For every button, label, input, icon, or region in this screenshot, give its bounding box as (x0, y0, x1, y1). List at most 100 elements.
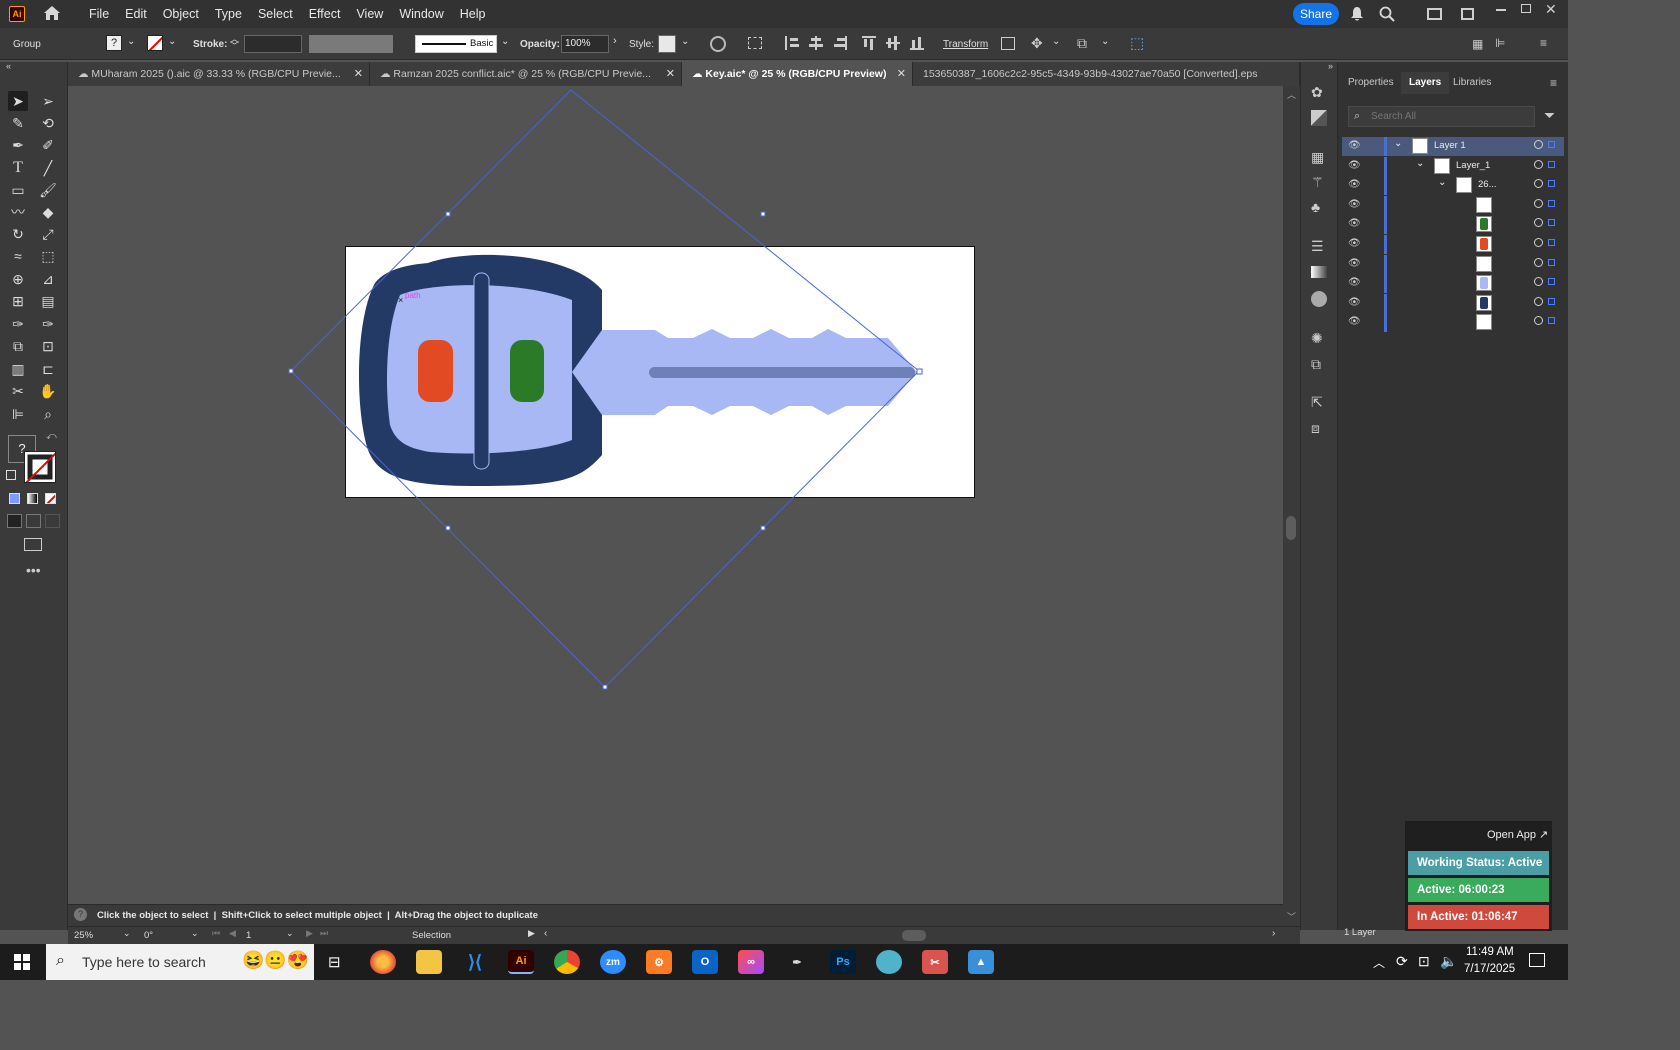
visibility-eye-icon[interactable]: 👁 (1348, 179, 1361, 190)
search-icon[interactable] (1379, 6, 1395, 25)
pen-app-icon[interactable]: ✒ (784, 950, 810, 974)
bbox-handle-top-left[interactable] (445, 211, 451, 217)
clock-time[interactable]: 11:49 AM (1466, 946, 1514, 958)
prev-artboard-icon[interactable]: ◀ (229, 928, 236, 939)
bbox-handle-bottom-right[interactable] (760, 525, 766, 531)
visibility-eye-icon[interactable]: 👁 (1348, 238, 1361, 249)
vscode-icon[interactable]: ⟩⟨ (462, 950, 488, 974)
xampp-icon[interactable]: ⚙ (646, 950, 672, 974)
restore-icon[interactable] (1521, 4, 1531, 13)
outlook-icon[interactable]: O (692, 950, 718, 974)
visibility-eye-icon[interactable]: 👁 (1348, 277, 1361, 288)
layer-row[interactable]: 👁 ⌄ Layer 1 (1342, 137, 1564, 156)
layer-row[interactable]: 👁 (1342, 215, 1564, 235)
close-window-icon[interactable]: ✕ (1545, 1, 1557, 18)
export-icon[interactable]: ⇱ (1311, 394, 1323, 411)
layers-search-box[interactable]: ⌕ (1348, 106, 1535, 127)
share-button[interactable]: Share (1293, 3, 1339, 25)
taskbar-search-box[interactable]: ⌕ Type here to search 😆😐😍 (46, 944, 314, 980)
arrange-documents-icon[interactable] (1461, 8, 1474, 20)
layer-row[interactable]: 👁 ⌄ 26... (1342, 176, 1564, 196)
zoom-dropdown-icon[interactable]: ⌄ (123, 928, 131, 939)
vertical-scrollbar[interactable]: ︿ ﹀ (1283, 86, 1300, 926)
scroll-down-icon[interactable]: ﹀ (1287, 910, 1296, 923)
rotation-dropdown-icon[interactable]: ⌄ (191, 928, 199, 939)
scroll-up-icon[interactable]: ︿ (1287, 88, 1296, 101)
creative-cloud-icon[interactable]: ∞ (738, 950, 764, 974)
bbox-handle-right[interactable] (916, 368, 923, 375)
chrome-icon[interactable] (554, 950, 580, 974)
visibility-eye-icon[interactable]: 👁 (1348, 297, 1361, 308)
minimize-icon[interactable] (1496, 9, 1506, 11)
zoom-app-icon[interactable]: zm (600, 950, 626, 974)
workspace-switcher-icon[interactable] (1427, 8, 1442, 20)
layer-row[interactable]: 👁 (1342, 195, 1564, 215)
selection-square-icon[interactable] (1548, 180, 1555, 188)
visibility-eye-icon[interactable]: 👁 (1348, 316, 1361, 327)
visibility-eye-icon[interactable]: 👁 (1348, 258, 1361, 269)
illustrator-taskbar-icon[interactable]: Ai (508, 950, 534, 974)
layer-row[interactable]: 👁 ⌄ Layer_1 (1342, 156, 1564, 176)
visibility-eye-icon[interactable]: 👁 (1348, 218, 1361, 229)
artboard-dropdown-icon[interactable]: ⌄ (286, 928, 294, 939)
tab-libraries[interactable]: Libraries (1445, 72, 1499, 94)
target-circle-icon[interactable] (1534, 159, 1543, 169)
selection-square-icon[interactable] (1548, 141, 1555, 148)
bbox-handle-bottom-left[interactable] (445, 525, 451, 531)
panel-menu-icon[interactable]: ≡ (1550, 76, 1557, 90)
bbox-handle-bottom[interactable] (602, 684, 608, 690)
visibility-eye-icon[interactable]: 👁 (1348, 199, 1361, 210)
tray-overflow-icon[interactable]: ︿ (1373, 954, 1385, 971)
network-icon[interactable]: ⊡ (1418, 953, 1430, 970)
target-circle-icon[interactable] (1534, 140, 1543, 149)
selection-square-icon[interactable] (1548, 199, 1555, 207)
rotation-field[interactable]: 0° (144, 930, 153, 941)
selection-square-icon[interactable] (1548, 297, 1555, 305)
key-artwork[interactable]: path × (358, 254, 917, 486)
target-circle-icon[interactable] (1534, 198, 1543, 208)
arrange-panels-icon[interactable]: ▦ (1472, 37, 1483, 51)
visibility-eye-icon[interactable]: 👁 (1348, 140, 1361, 151)
notifications-icon[interactable] (1529, 953, 1545, 967)
layers-search-input[interactable] (1371, 109, 1521, 124)
layer-row[interactable]: 👁 (1342, 293, 1564, 313)
clock-date[interactable]: 7/17/2025 (1464, 963, 1515, 975)
selection-square-icon[interactable] (1548, 317, 1555, 325)
task-view-icon[interactable]: ⊟ (328, 953, 341, 971)
expand-chevron-icon[interactable]: ⌄ (1438, 177, 1446, 188)
tab-layers[interactable]: Layers (1401, 72, 1450, 94)
layer-row[interactable]: 👁 (1342, 235, 1564, 254)
brushes-icon[interactable]: ⚚ (1311, 174, 1324, 191)
color-panel-icon[interactable]: ✿ (1311, 84, 1323, 101)
target-circle-icon[interactable] (1534, 238, 1543, 247)
artboard-number-field[interactable]: 1 (246, 930, 251, 941)
symbols-icon[interactable]: ♣ (1311, 199, 1320, 215)
layer-row[interactable]: 👁 (1342, 313, 1564, 333)
target-circle-icon[interactable] (1534, 218, 1543, 228)
layer-row[interactable]: 👁 (1342, 254, 1564, 274)
target-circle-icon[interactable] (1534, 257, 1543, 267)
expand-chevron-icon[interactable]: ⌄ (1394, 138, 1402, 149)
bell-icon[interactable] (1350, 6, 1364, 25)
snipping-tool-icon[interactable]: ✂ (922, 950, 948, 974)
panel-align-icon[interactable]: ⊫ (1495, 36, 1505, 50)
photos-icon[interactable]: ▲ (968, 950, 994, 974)
target-circle-icon[interactable] (1534, 277, 1543, 287)
sync-icon[interactable]: ⟳ (1396, 953, 1408, 970)
photoshop-icon[interactable]: Ps (830, 950, 856, 974)
bbox-handle-left[interactable] (288, 368, 294, 374)
windows-start-icon[interactable] (14, 954, 30, 970)
target-circle-icon[interactable] (1534, 296, 1543, 306)
help-icon[interactable]: ? (74, 908, 87, 921)
zoom-field[interactable]: 25% (74, 930, 93, 941)
appearance-icon[interactable]: ✺ (1311, 330, 1323, 347)
swatches-icon[interactable]: ▦ (1311, 149, 1324, 166)
open-app-button[interactable]: Open App ↗ (1487, 828, 1548, 841)
gradient-panel-icon[interactable] (1311, 266, 1327, 278)
next-artboard-icon[interactable]: ▶ (306, 928, 313, 939)
app-gem-icon[interactable] (876, 950, 902, 974)
selection-square-icon[interactable] (1548, 160, 1555, 168)
artboards-panel-icon[interactable]: ⧈ (1311, 420, 1320, 437)
status-menu-icon[interactable]: ▶ (528, 928, 535, 939)
layer-row[interactable]: 👁 (1342, 274, 1564, 294)
